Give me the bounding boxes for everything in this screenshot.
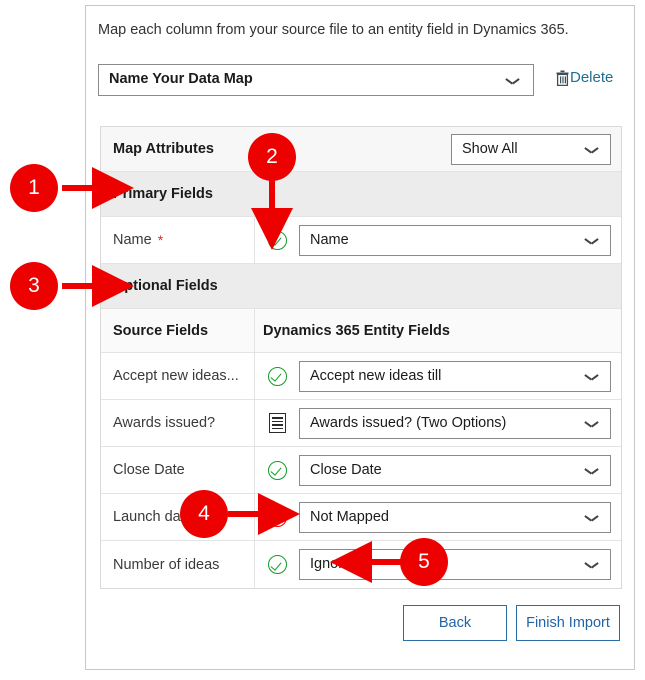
mapping-cell: Not Mapped (299, 494, 621, 540)
show-all-filter-select[interactable]: Show All (451, 133, 611, 165)
callout-number: 1 (28, 176, 40, 199)
instruction-text: Map each column from your source file to… (98, 22, 569, 38)
entity-field-value: Not Mapped (310, 508, 389, 525)
source-field-label: Name (113, 232, 152, 248)
chevron-down-icon (585, 421, 598, 429)
chevron-down-icon (585, 468, 598, 476)
primary-fields-label: Primary Fields (113, 186, 213, 202)
data-map-name-value: Name Your Data Map (109, 71, 253, 87)
callout-number: 5 (418, 550, 430, 573)
mapping-cell: Close Date (299, 447, 621, 493)
status-icon-cell (255, 541, 299, 588)
green-check-icon (267, 460, 287, 480)
status-icon-cell (255, 353, 299, 399)
green-check-icon (267, 555, 287, 574)
entity-field-select[interactable]: Ignore (299, 549, 611, 580)
chevron-down-icon (585, 562, 598, 570)
table-row: Awards issued? Awards issued? (Two Optio… (101, 400, 621, 447)
chevron-down-icon (585, 374, 598, 382)
entity-field-select[interactable]: Not Mapped (299, 501, 611, 533)
mapping-cell: Ignore (299, 541, 621, 588)
chevron-down-icon (585, 147, 598, 155)
source-field-name: Awards issued? (101, 400, 255, 446)
status-icon-cell (255, 400, 299, 446)
entity-field-value: Accept new ideas till (310, 367, 442, 384)
callout-badge-4: 4 (180, 490, 228, 538)
table-row: Name * Name (101, 217, 621, 264)
callout-number: 2 (266, 145, 278, 168)
finish-import-button[interactable]: Finish Import (516, 605, 620, 641)
callout-badge-5: 5 (400, 538, 448, 586)
column-header-source: Source Fields (101, 309, 255, 352)
callout-number: 3 (28, 274, 40, 297)
source-field-name: Accept new ideas... (101, 353, 255, 399)
trash-icon (556, 70, 569, 86)
callout-badge-1: 1 (10, 164, 58, 212)
callout-number: 4 (198, 502, 210, 525)
source-field-name: Close Date (101, 447, 255, 493)
entity-field-select[interactable]: Accept new ideas till (299, 360, 611, 392)
optional-fields-label: Optional Fields (113, 278, 218, 294)
map-attributes-table: Map Attributes Show All Primary Fields N… (100, 126, 622, 589)
chevron-down-icon (585, 238, 598, 246)
optional-fields-group-row: Optional Fields (101, 264, 621, 309)
source-field-name: Launch date (101, 494, 255, 540)
map-attributes-header-row: Map Attributes Show All (101, 127, 621, 172)
list-options-icon (268, 413, 286, 433)
callout-badge-3: 3 (10, 262, 58, 310)
table-row: Accept new ideas... Accept new ideas til… (101, 353, 621, 400)
mapping-cell: Name (299, 217, 621, 263)
entity-field-select[interactable]: Close Date (299, 454, 611, 486)
table-row: Number of ideas Ignore (101, 541, 621, 588)
data-map-dialog: Map each column from your source file to… (85, 5, 635, 670)
chevron-down-icon (506, 78, 519, 86)
source-field-name: Name * (101, 217, 255, 263)
entity-field-select[interactable]: Name (299, 224, 611, 256)
back-button[interactable]: Back (403, 605, 507, 641)
red-warning-icon: ! (267, 507, 287, 527)
green-check-icon (267, 230, 287, 250)
entity-field-select[interactable]: Awards issued? (Two Options) (299, 407, 611, 439)
chevron-down-icon (585, 515, 598, 523)
column-header-target: Dynamics 365 Entity Fields (263, 322, 450, 339)
mapping-cell: Accept new ideas till (299, 353, 621, 399)
column-header-row: Source Fields Dynamics 365 Entity Fields (101, 309, 621, 353)
status-icon-cell (255, 447, 299, 493)
entity-field-value: Ignore (310, 556, 352, 572)
mapping-cell: Awards issued? (Two Options) (299, 400, 621, 446)
source-field-name: Number of ideas (101, 541, 255, 588)
data-map-name-select[interactable]: Name Your Data Map (98, 64, 534, 96)
primary-fields-group-row: Primary Fields (101, 172, 621, 217)
data-map-name-row: Name Your Data Map Delete (98, 64, 624, 96)
required-marker: * (157, 232, 164, 248)
table-row: Close Date Close Date (101, 447, 621, 494)
status-icon-cell (255, 217, 299, 263)
entity-field-value: Awards issued? (Two Options) (310, 414, 507, 431)
table-row: Launch date ! Not Mapped (101, 494, 621, 541)
green-check-icon (267, 366, 287, 386)
show-all-filter-value: Show All (462, 140, 518, 157)
dialog-footer: Back Finish Import (403, 605, 620, 641)
entity-field-value: Close Date (310, 461, 382, 478)
callout-badge-2: 2 (248, 133, 296, 181)
delete-label: Delete (570, 69, 614, 86)
delete-data-map-button[interactable]: Delete (556, 69, 613, 86)
status-icon-cell: ! (255, 494, 299, 540)
entity-field-value: Name (310, 231, 349, 248)
